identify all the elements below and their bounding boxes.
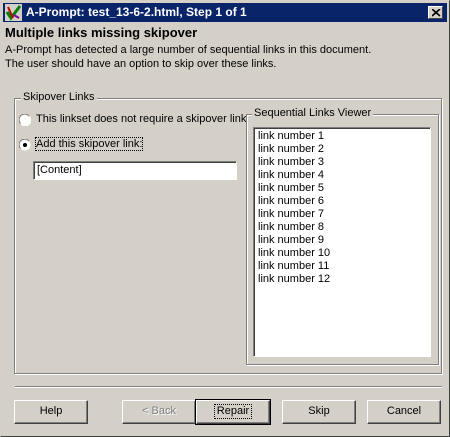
button-separator bbox=[15, 386, 442, 388]
close-button[interactable] bbox=[428, 6, 443, 19]
skipover-links-legend: Skipover Links bbox=[21, 91, 97, 103]
sequential-links-viewer-legend: Sequential Links Viewer bbox=[252, 107, 374, 119]
list-item[interactable]: link number 12 bbox=[258, 273, 430, 286]
radio-unchecked-icon[interactable] bbox=[19, 114, 31, 126]
cancel-button-label: Cancel bbox=[386, 405, 422, 417]
title-bar[interactable]: A-Prompt: test_13-6-2.html, Step 1 of 1 bbox=[3, 3, 447, 22]
close-icon bbox=[432, 9, 441, 17]
cancel-button[interactable]: Cancel bbox=[367, 400, 441, 424]
back-button-label: < Back bbox=[142, 405, 176, 417]
list-item[interactable]: link number 10 bbox=[258, 247, 430, 260]
radio-checked-icon[interactable] bbox=[19, 139, 31, 151]
repair-button-label: Repair bbox=[213, 404, 253, 419]
description-line-2: The user should have an option to skip o… bbox=[5, 58, 277, 70]
list-item[interactable]: link number 3 bbox=[258, 156, 430, 169]
list-item[interactable]: link number 6 bbox=[258, 195, 430, 208]
dialog-window: A-Prompt: test_13-6-2.html, Step 1 of 1 … bbox=[0, 0, 450, 437]
list-item[interactable]: link number 11 bbox=[258, 260, 430, 273]
page-heading: Multiple links missing skipover bbox=[5, 25, 198, 40]
list-item[interactable]: link number 9 bbox=[258, 234, 430, 247]
list-item[interactable]: link number 7 bbox=[258, 208, 430, 221]
radio-no-skipover-label: This linkset does not require a skipover… bbox=[36, 113, 247, 125]
list-item[interactable]: link number 8 bbox=[258, 221, 430, 234]
help-button-label: Help bbox=[39, 405, 63, 417]
list-item[interactable]: link number 1 bbox=[258, 130, 430, 143]
skipover-link-input[interactable]: [Content] bbox=[33, 161, 237, 180]
list-item[interactable]: link number 4 bbox=[258, 169, 430, 182]
aprompt-checkmark-icon bbox=[5, 4, 22, 21]
repair-button[interactable]: Repair bbox=[195, 399, 271, 425]
skip-button[interactable]: Skip bbox=[282, 400, 356, 424]
back-button[interactable]: < Back bbox=[122, 400, 196, 424]
description-line-1: A-Prompt has detected a large number of … bbox=[5, 44, 372, 56]
list-item[interactable]: link number 5 bbox=[258, 182, 430, 195]
sequential-links-list[interactable]: link number 1 link number 2 link number … bbox=[253, 127, 431, 357]
radio-add-skipover-label: Add this skipover link: bbox=[34, 137, 144, 151]
list-item[interactable]: link number 2 bbox=[258, 143, 430, 156]
skip-button-label: Skip bbox=[308, 405, 330, 417]
window-title: A-Prompt: test_13-6-2.html, Step 1 of 1 bbox=[26, 5, 247, 19]
help-button[interactable]: Help bbox=[14, 400, 88, 424]
